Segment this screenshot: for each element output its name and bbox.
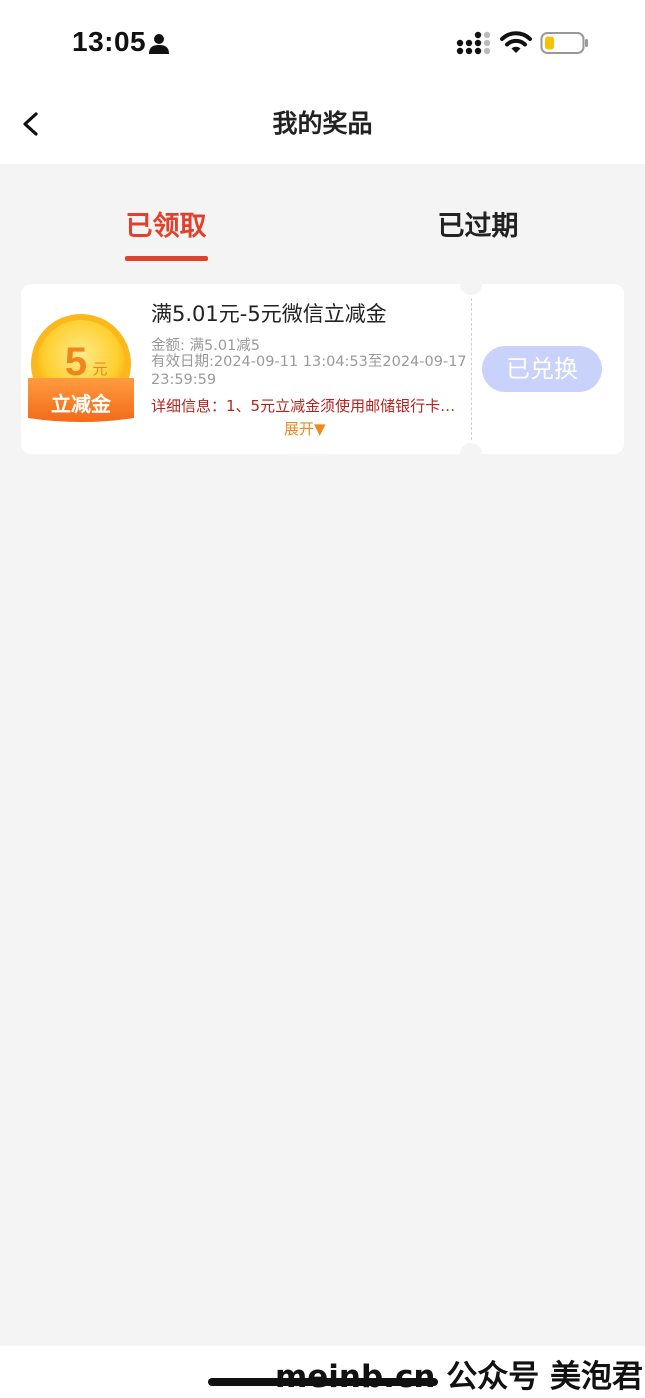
expand-toggle[interactable]: 展开▼ <box>284 418 326 439</box>
tab-bar: 已领取 已过期 <box>0 196 645 266</box>
wifi-icon <box>500 31 532 53</box>
badge-unit: 元 <box>92 360 107 378</box>
badge-value: 5 <box>65 340 87 384</box>
coupon-card: 5 元 立减金 满5.01元-5元微信立减金 金额: 满5.01减5 有效日期:… <box>21 273 624 465</box>
tab-received[interactable]: 已领取 <box>118 204 214 260</box>
coupon-notch-bottom <box>460 443 482 465</box>
nav-bar: 我的奖品 <box>0 88 645 164</box>
signal-icon <box>456 31 491 55</box>
tab-active-underline <box>125 256 208 261</box>
page-title: 我的奖品 <box>272 109 373 138</box>
coin-badge-icon: 5 元 立减金 <box>28 314 134 422</box>
coupon-title: 满5.01元-5元微信立减金 <box>151 302 387 326</box>
battery-icon <box>540 32 588 54</box>
coupon-validity: 有效日期:2024-09-11 13:04:53至2024-09-17 23:5… <box>151 354 467 388</box>
coupon-detail: 详细信息：1、5元立减金须使用邮储银行卡支付方可使用 <box>151 397 464 415</box>
back-chevron-icon[interactable] <box>16 108 48 140</box>
tab-expired[interactable]: 已过期 <box>428 204 528 260</box>
status-time: 13:05 <box>72 26 147 57</box>
badge-label: 立减金 <box>51 392 112 416</box>
home-indicator[interactable] <box>208 1378 438 1386</box>
status-bar: 13:05 <box>0 0 645 88</box>
coupon-notch-top <box>460 273 482 295</box>
person-icon <box>149 34 169 54</box>
coupon-amount: 金额: 满5.01减5 <box>151 338 261 354</box>
coupon-perforation <box>471 298 472 440</box>
watermark-text: meinb.cn 公众号 美泡君 <box>274 1359 643 1395</box>
redeemed-status-button[interactable]: 已兑换 <box>482 346 602 392</box>
